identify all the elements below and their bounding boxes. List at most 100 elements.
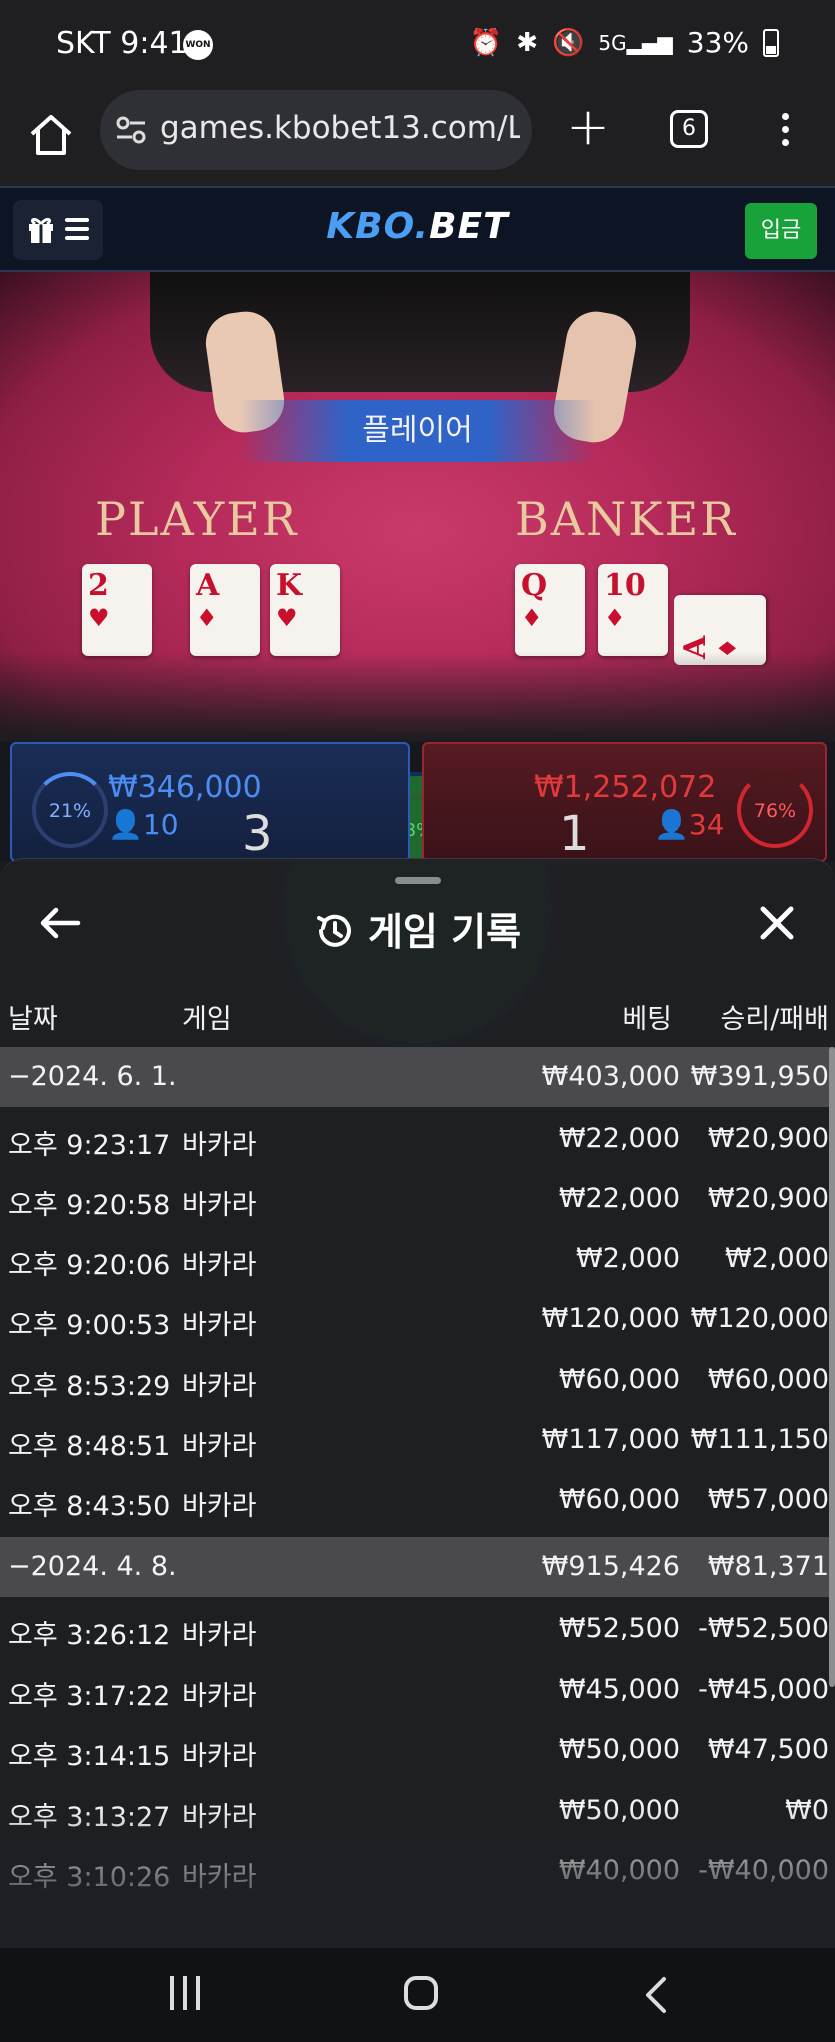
player-percent-ring: 21% — [32, 772, 108, 848]
row-bet: ₩2,000 — [576, 1243, 680, 1274]
row-winloss: ₩57,000 — [707, 1484, 829, 1515]
row-game: 바카라 — [182, 1130, 257, 1161]
battery-icon — [763, 28, 779, 57]
row-winloss: ₩81,371 — [707, 1551, 829, 1582]
player-card-1: 2 ♥ — [82, 564, 152, 656]
row-game: 바카라 — [182, 1862, 257, 1893]
new-tab-button[interactable]: + — [563, 101, 613, 154]
row-game: 바카라 — [182, 1620, 257, 1651]
user-icon: 👤 — [654, 808, 689, 841]
row-winloss: ₩2,000 — [725, 1243, 829, 1274]
banker-card-2: 10 ♦ — [598, 564, 668, 656]
player-bet-panel[interactable]: 21% ₩346,000 👤10 3 — [10, 742, 410, 862]
banker-bet-panel[interactable]: ₩1,252,072 👤34 1 76% — [422, 742, 827, 862]
banker-table-label: BANKER — [515, 492, 737, 546]
history-row: 오후 3:14:15 바카라 ₩50,000 ₩47,500 — [0, 1720, 835, 1780]
tab-switcher-button[interactable]: 6 — [670, 110, 708, 148]
player-card-2: A ♦ — [190, 564, 260, 656]
status-bar: SKT 9:41 WON ⏰ ✱ 🔇 5G▂▄▆ 33% — [0, 0, 835, 90]
row-bet: ₩117,000 — [541, 1424, 680, 1455]
row-game: 바카라 — [182, 1190, 257, 1221]
home-nav-icon[interactable] — [404, 1976, 438, 2010]
row-bet: ₩45,000 — [558, 1674, 680, 1705]
deposit-button[interactable]: 입금 — [745, 203, 817, 259]
banker-card-1: Q ♦ — [515, 564, 585, 656]
history-row: 오후 8:48:51 바카라 ₩117,000 ₩111,150 — [0, 1410, 835, 1470]
row-winloss: ₩120,000 — [690, 1303, 829, 1334]
row-datetime: 오후 3:10:26 — [8, 1862, 171, 1893]
sheet-drag-handle[interactable] — [395, 877, 441, 884]
history-row: 오후 3:26:12 바카라 ₩52,500 -₩52,500 — [0, 1599, 835, 1659]
site-header: KBO.BET 입금 — [0, 186, 835, 272]
row-bet: ₩22,000 — [558, 1123, 680, 1154]
history-row: 오후 9:00:53 바카라 ₩120,000 ₩120,000 — [0, 1289, 835, 1349]
url-text[interactable]: games.kbobet13.com/Lau — [160, 110, 520, 146]
browser-menu-icon[interactable] — [775, 110, 795, 150]
row-bet: ₩50,000 — [558, 1795, 680, 1826]
row-datetime: −2024. 6. 1. — [8, 1061, 177, 1092]
banker-percent-ring: 76% — [737, 772, 813, 848]
row-datetime: 오후 9:20:06 — [8, 1250, 171, 1281]
row-game: 바카라 — [182, 1431, 257, 1462]
row-bet: ₩40,000 — [558, 1855, 680, 1886]
recents-icon[interactable] — [170, 1976, 210, 2014]
player-bet-amount: ₩346,000 — [108, 770, 262, 805]
row-winloss: -₩40,000 — [698, 1855, 829, 1886]
column-header-bet: 베팅 — [622, 1004, 672, 1035]
history-row: 오후 9:23:17 바카라 ₩22,000 ₩20,900 — [0, 1109, 835, 1169]
row-bet: ₩22,000 — [558, 1183, 680, 1214]
row-game: 바카라 — [182, 1741, 257, 1772]
row-winloss: ₩47,500 — [707, 1734, 829, 1765]
row-datetime: 오후 8:43:50 — [8, 1491, 171, 1522]
row-bet: ₩50,000 — [558, 1734, 680, 1765]
player-card-3: K ♥ — [270, 564, 340, 656]
alarm-icon: ⏰ — [469, 27, 503, 58]
signal-icon: 5G▂▄▆ — [598, 30, 673, 55]
history-row: 오후 3:10:26 바카라 ₩40,000 -₩40,000 — [0, 1841, 835, 1901]
site-settings-icon[interactable] — [116, 116, 146, 144]
history-row: 오후 8:53:29 바카라 ₩60,000 ₩60,000 — [0, 1350, 835, 1410]
banker-bet-amount: ₩1,252,072 — [534, 770, 717, 805]
banker-score: 1 — [559, 806, 590, 862]
column-header-game: 게임 — [182, 1004, 232, 1035]
won-app-icon: WON — [183, 30, 213, 60]
row-winloss: ₩0 — [785, 1795, 829, 1826]
history-icon — [316, 914, 351, 947]
row-winloss: ₩60,000 — [707, 1364, 829, 1395]
address-bar[interactable]: games.kbobet13.com/Lau — [100, 90, 532, 170]
status-icons: ⏰ ✱ 🔇 5G▂▄▆ 33% — [470, 26, 779, 59]
date-group-row[interactable]: −2024. 4. 8. ₩915,426 ₩81,371 — [0, 1537, 835, 1597]
date-group-row[interactable]: −2024. 6. 1. ₩403,000 ₩391,950 — [0, 1047, 835, 1107]
back-nav-icon[interactable] — [640, 1976, 674, 2014]
history-row: 오후 3:17:22 바카라 ₩45,000 -₩45,000 — [0, 1660, 835, 1720]
live-dealer-video: 플레이어 PLAYER BANKER 2 ♥ A ♦ K ♥ Q ♦ 10 ♦ A ♦ — [0, 272, 835, 742]
bet-summary-bar: 3% 21% ₩346,000 👤10 3 ₩1,252,072 👤34 1 7… — [0, 742, 835, 1047]
row-game: 바카라 — [182, 1371, 257, 1402]
row-game: 바카라 — [182, 1310, 257, 1341]
row-winloss: ₩20,900 — [707, 1183, 829, 1214]
browser-toolbar: games.kbobet13.com/Lau + 6 — [0, 90, 835, 186]
system-nav-bar — [0, 1948, 835, 2042]
row-winloss: -₩52,500 — [698, 1613, 829, 1644]
banker-bettor-count: 👤34 — [654, 808, 725, 841]
row-bet: ₩403,000 — [541, 1061, 680, 1092]
row-winloss: ₩20,900 — [707, 1123, 829, 1154]
row-datetime: 오후 8:48:51 — [8, 1431, 171, 1462]
close-icon[interactable] — [755, 901, 799, 945]
row-datetime: 오후 9:00:53 — [8, 1310, 171, 1341]
row-winloss: ₩391,950 — [690, 1061, 829, 1092]
row-game: 바카라 — [182, 1802, 257, 1833]
row-datetime: 오후 9:23:17 — [8, 1130, 171, 1161]
history-row: 오후 8:43:50 바카라 ₩60,000 ₩57,000 — [0, 1470, 835, 1530]
row-datetime: 오후 3:13:27 — [8, 1802, 171, 1833]
row-winloss: -₩45,000 — [698, 1674, 829, 1705]
history-scrollbar[interactable] — [829, 1047, 835, 1687]
column-header-date: 날짜 — [8, 1004, 58, 1035]
row-game: 바카라 — [182, 1250, 257, 1281]
user-icon: 👤 — [108, 808, 143, 841]
column-header-winloss: 승리/패배 — [720, 1004, 829, 1035]
bluetooth-icon: ✱ — [516, 27, 539, 58]
row-datetime: 오후 3:14:15 — [8, 1741, 171, 1772]
home-icon[interactable] — [26, 110, 76, 160]
site-logo[interactable]: KBO.BET — [0, 206, 835, 247]
